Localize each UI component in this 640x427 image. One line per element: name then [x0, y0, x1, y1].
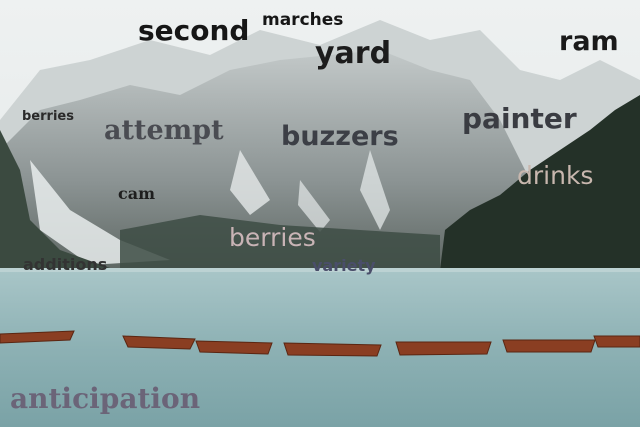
word-marches: marches: [262, 10, 344, 30]
word-yard: yard: [315, 36, 392, 71]
word-buzzers: buzzers: [281, 121, 399, 152]
word-attempt: attempt: [104, 115, 224, 146]
word-berries-top: berries: [22, 109, 74, 124]
word-berries-mid: berries: [229, 223, 316, 252]
photo-scene: second marches yard ram berries attempt …: [0, 0, 640, 427]
word-ram: ram: [559, 26, 619, 57]
word-second: second: [138, 14, 250, 47]
word-additions: additions: [23, 255, 108, 274]
word-anticipation: anticipation: [10, 382, 201, 415]
word-cam: cam: [118, 184, 156, 203]
word-drinks: drinks: [517, 161, 594, 190]
word-variety: variety: [312, 256, 376, 275]
word-painter: painter: [462, 102, 577, 135]
